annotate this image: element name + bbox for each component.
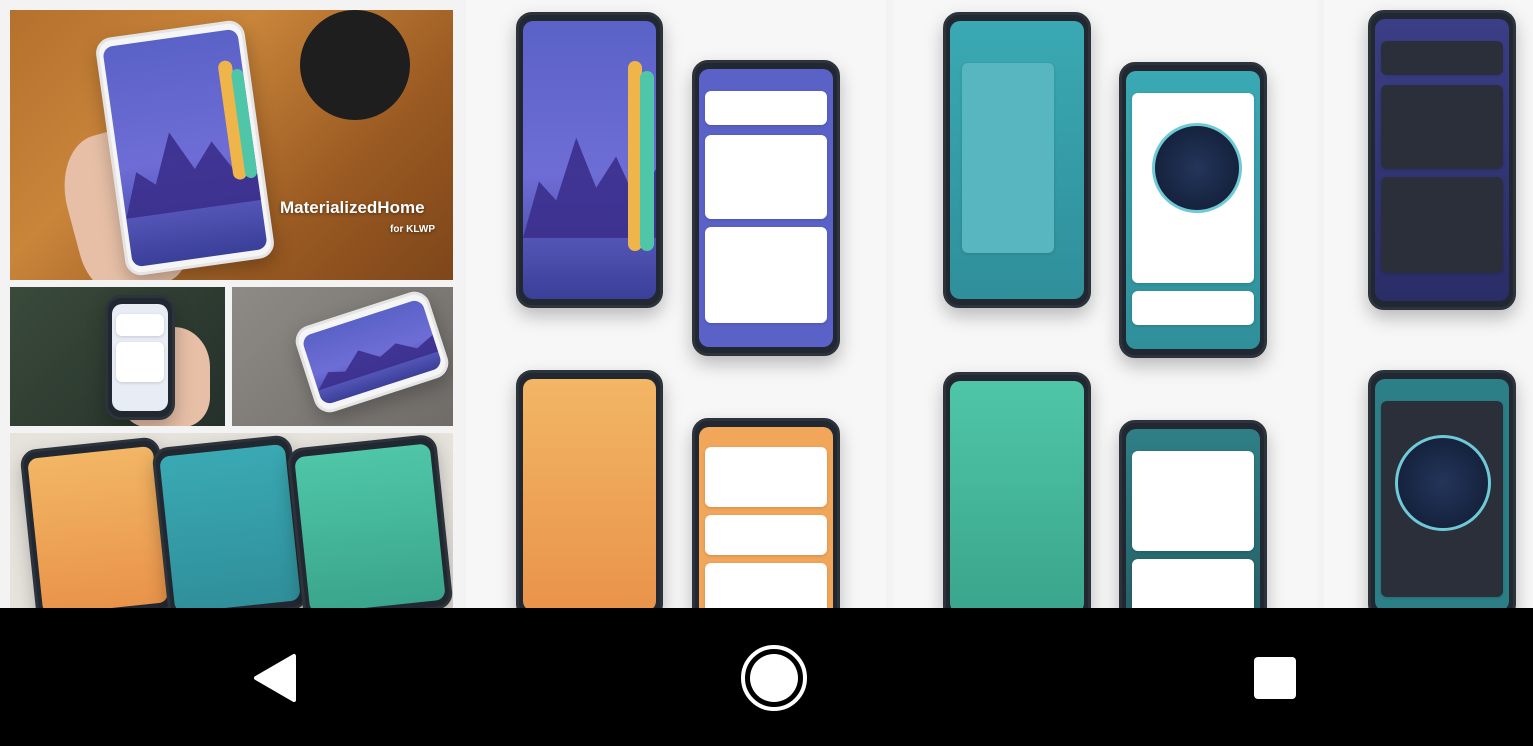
hero-phone [94,18,276,278]
fabric-photo[interactable] [232,287,453,426]
hero-photo[interactable]: MaterializedHome for KLWP [10,10,453,280]
teal-theme-screenshot[interactable] [893,0,1317,608]
hero-title: MaterializedHome [280,198,425,217]
recents-square-icon [1254,657,1296,699]
recents-button[interactable] [1240,648,1310,708]
back-button[interactable] [240,648,310,708]
home-button[interactable] [734,638,814,718]
home-circle-icon [741,645,807,711]
hero-subtitle: for KLWP [390,224,435,235]
purple-theme-screenshot[interactable] [466,0,886,608]
screenshot-gallery: MaterializedHome for KLWP [0,0,1533,608]
system-navigation-bar [0,608,1533,746]
keyboard-photo[interactable] [10,287,225,426]
three-themes-photo[interactable] [10,433,453,608]
back-triangle-icon [254,654,296,702]
navy-theme-screenshot[interactable] [1324,0,1533,608]
